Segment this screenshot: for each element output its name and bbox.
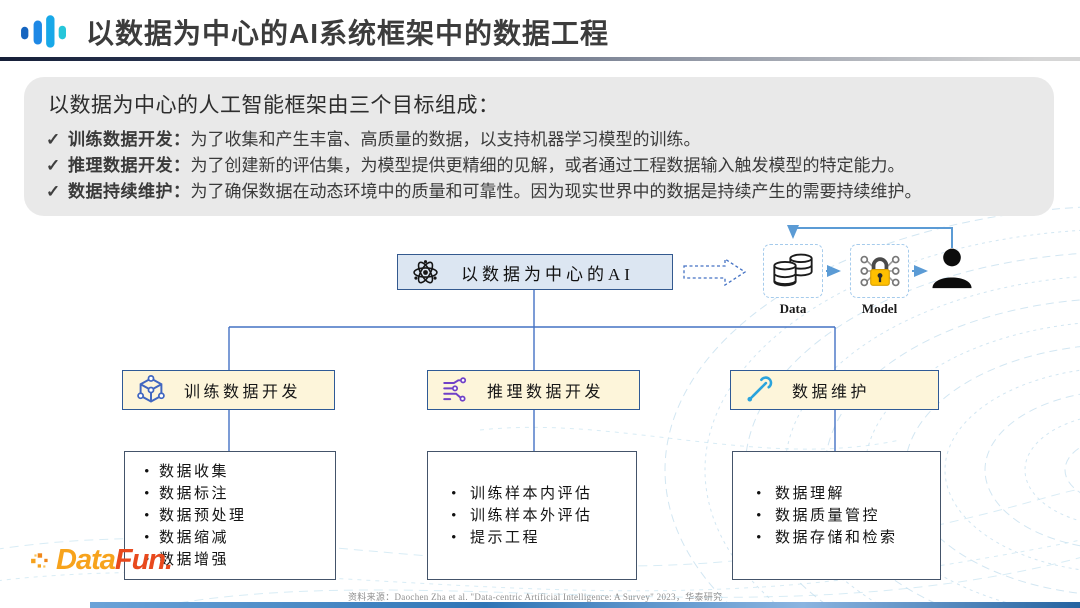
datafun-logo: DataFun. bbox=[30, 544, 172, 577]
database-icon bbox=[771, 251, 815, 291]
branch-box-training-data: 训练数据开发 bbox=[122, 370, 335, 410]
list-item: 数据质量管控 bbox=[745, 505, 940, 527]
logo-text-data: Data bbox=[56, 544, 115, 576]
model-node-label: Model bbox=[850, 301, 909, 317]
branch-box-inference-data: 推理数据开发 bbox=[427, 370, 640, 410]
branch-list-inference-data: 训练样本内评估 训练样本外评估 提示工程 bbox=[427, 451, 637, 580]
dashed-arrow-icon bbox=[683, 258, 747, 286]
list-item: 数据标注 bbox=[137, 483, 335, 505]
root-node-label: 以数据为中心的AI bbox=[461, 260, 634, 285]
locked-model-icon bbox=[857, 251, 903, 291]
slide: 以数据为中心的AI系统框架中的数据工程 以数据为中心的人工智能框架由三个目标组成… bbox=[0, 0, 1080, 608]
user-node bbox=[929, 247, 975, 291]
list-item: 提示工程 bbox=[440, 527, 636, 549]
data-node-label: Data bbox=[763, 301, 823, 317]
model-node bbox=[850, 244, 909, 298]
list-item: 训练样本外评估 bbox=[440, 505, 636, 527]
list-item: 数据预处理 bbox=[137, 505, 335, 527]
bottom-accent-bar bbox=[90, 602, 1080, 608]
tools-icon bbox=[744, 375, 774, 405]
list-item: 数据收集 bbox=[137, 461, 335, 483]
data-node bbox=[763, 244, 823, 298]
list-item: 训练样本内评估 bbox=[440, 483, 636, 505]
circuit-icon bbox=[441, 376, 469, 404]
root-node-data-centric-ai: 以数据为中心的AI bbox=[397, 254, 673, 290]
branch-list-data-maintenance: 数据理解 数据质量管控 数据存储和检索 bbox=[732, 451, 941, 580]
branch-title: 训练数据开发 bbox=[184, 378, 301, 402]
atom-icon bbox=[412, 259, 439, 286]
logo-text-fun: Fun. bbox=[115, 544, 172, 576]
branch-title: 推理数据开发 bbox=[487, 378, 604, 402]
list-item: 数据理解 bbox=[745, 483, 940, 505]
branch-title: 数据维护 bbox=[792, 378, 870, 402]
cube-network-icon bbox=[136, 375, 166, 405]
list-item: 数据存储和检索 bbox=[745, 527, 940, 549]
branch-box-data-maintenance: 数据维护 bbox=[730, 370, 939, 410]
datafun-pixels-icon bbox=[30, 550, 52, 572]
person-icon bbox=[929, 247, 975, 291]
